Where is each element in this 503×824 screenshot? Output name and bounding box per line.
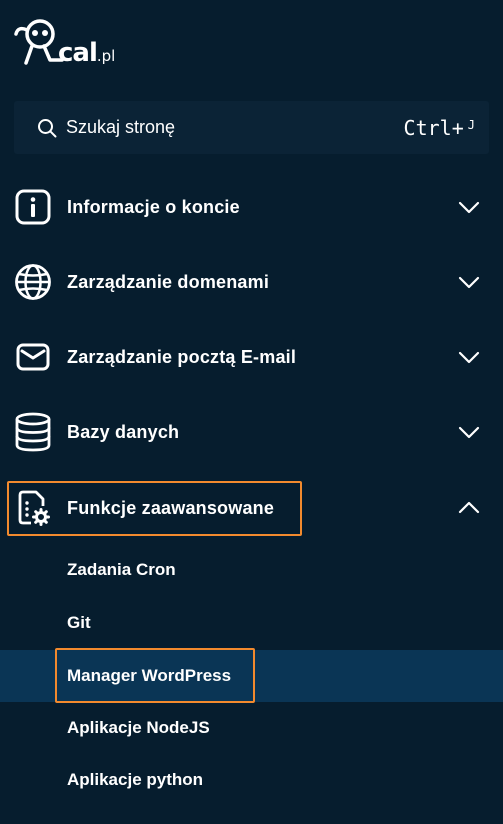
highlight-frame-wordpress: [55, 648, 255, 703]
menu-item-label: Funkcje zaawansowane: [67, 497, 275, 518]
chevron-down-icon[interactable]: [457, 420, 481, 444]
submenu-item-cron[interactable]: Zadania Cron: [0, 544, 503, 596]
chevron-up-icon[interactable]: [457, 496, 481, 520]
chevron-down-icon[interactable]: [457, 345, 481, 369]
submenu-item-label: Git: [67, 613, 91, 632]
menu-item-email[interactable]: Zarządzanie pocztą E-mail: [0, 329, 503, 385]
info-icon: [14, 188, 52, 226]
mail-icon: [14, 338, 52, 376]
menu-item-label: Bazy danych: [67, 421, 180, 442]
chevron-down-icon[interactable]: [457, 195, 481, 219]
database-icon: [14, 412, 52, 452]
menu-item-databases[interactable]: Bazy danych: [0, 404, 503, 460]
menu-item-account-info[interactable]: Informacje o koncie: [0, 179, 503, 235]
search-placeholder: Szukaj stronę: [66, 117, 176, 137]
search-shortcut: Ctrl+ J: [403, 115, 475, 140]
submenu-item-label: Zadania Cron: [67, 560, 176, 579]
menu-item-advanced[interactable]: Funkcje zaawansowane: [0, 480, 503, 536]
submenu-item-label: Aplikacje NodeJS: [67, 718, 210, 737]
menu-item-label: Zarządzanie domenami: [67, 271, 270, 292]
logo[interactable]: cal.pl: [14, 16, 115, 66]
advanced-settings-icon: [14, 489, 52, 527]
submenu-item-git[interactable]: Git: [0, 597, 503, 649]
submenu-item-python[interactable]: Aplikacje python: [0, 754, 503, 806]
search-box[interactable]: Szukaj stronę Ctrl+ J: [14, 101, 489, 154]
submenu-item-label: Aplikacje python: [67, 770, 204, 789]
chevron-down-icon[interactable]: [457, 270, 481, 294]
search-icon: [38, 118, 57, 137]
menu-item-label: Informacje o koncie: [67, 196, 240, 217]
globe-icon: [14, 263, 52, 301]
logo-text: cal.pl: [58, 38, 116, 68]
submenu-item-nodejs[interactable]: Aplikacje NodeJS: [0, 702, 503, 754]
menu-item-domains[interactable]: Zarządzanie domenami: [0, 254, 503, 310]
menu-item-label: Zarządzanie pocztą E-mail: [67, 346, 297, 367]
